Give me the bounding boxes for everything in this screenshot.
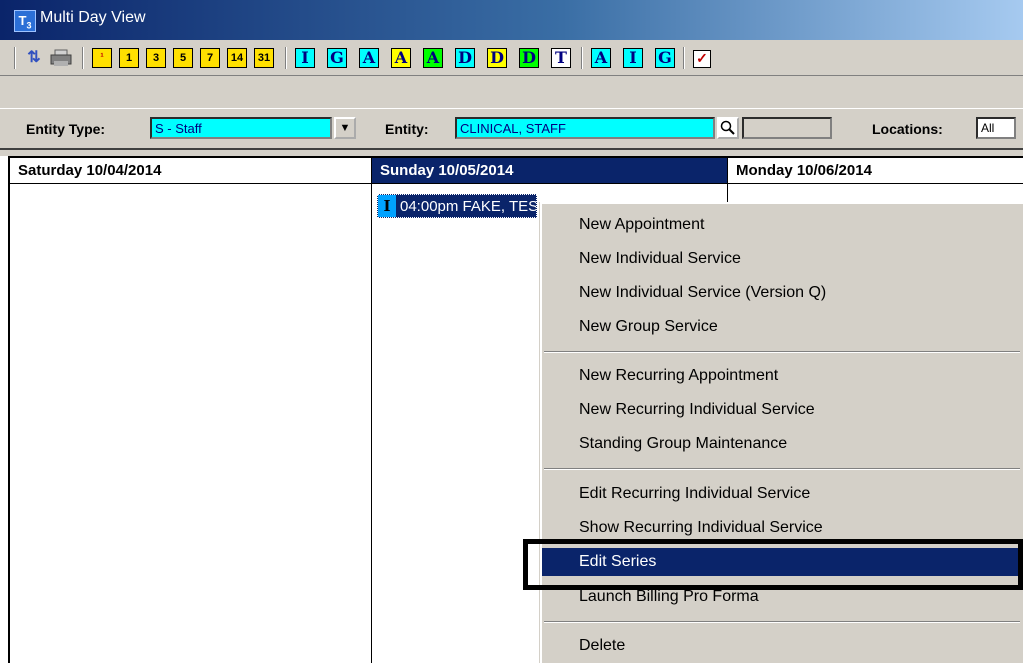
toolbar-gap <box>0 76 1023 108</box>
menu-separator <box>544 621 1020 623</box>
menu-item-new-group-service[interactable]: New Group Service <box>542 313 1023 341</box>
view-1-day-button[interactable]: 1 <box>119 48 139 68</box>
menu-item-delete[interactable]: Delete <box>542 632 1023 660</box>
filter-d-button[interactable]: D <box>455 48 475 68</box>
menu-item-standing-group-maintenance[interactable]: Standing Group Maintenance <box>542 430 1023 458</box>
filter-d-green-button[interactable]: D <box>519 48 539 68</box>
filter-g2-button[interactable]: G <box>655 48 675 68</box>
entity-label: Entity: <box>385 121 429 137</box>
filter-a-green-button[interactable]: A <box>423 48 443 68</box>
appointment-item[interactable]: I04:00pm FAKE, TEST ASSESSMENT <box>377 194 537 218</box>
menu-item-new-individual-service-version-q[interactable]: New Individual Service (Version Q) <box>542 279 1023 307</box>
appointment-text: 04:00pm FAKE, TEST ASSESSMENT <box>400 198 536 215</box>
printer-icon[interactable] <box>50 49 72 67</box>
filter-i2-button[interactable]: I <box>623 48 643 68</box>
menu-item-new-recurring-individual-service[interactable]: New Recurring Individual Service <box>542 396 1023 424</box>
menu-item-launch-billing-pro-forma[interactable]: Launch Billing Pro Forma <box>542 583 1023 611</box>
menu-item-edit-recurring-individual-service[interactable]: Edit Recurring Individual Service <box>542 480 1023 508</box>
view-14-day-button[interactable]: 14 <box>227 48 247 68</box>
view-5-day-button[interactable]: 5 <box>173 48 193 68</box>
toolbar-separator <box>285 47 287 69</box>
menu-item-new-appointment[interactable]: New Appointment <box>542 211 1023 239</box>
filter-g-button[interactable]: G <box>327 48 347 68</box>
context-menu: New Appointment New Individual Service N… <box>540 202 1023 663</box>
filter-i-button[interactable]: I <box>295 48 315 68</box>
toolbar-separator <box>581 47 583 69</box>
chevron-down-icon[interactable]: ▼ <box>334 117 356 139</box>
day-header: Saturday 10/04/2014 <box>10 158 371 184</box>
view-31-day-button[interactable]: 31 <box>254 48 274 68</box>
view-3-day-button[interactable]: 3 <box>146 48 166 68</box>
filter-a-button[interactable]: A <box>359 48 379 68</box>
day-view-button[interactable]: ¹ <box>92 48 112 68</box>
toolbar-separator <box>683 47 685 69</box>
entity-type-label: Entity Type: <box>26 121 106 137</box>
search-icon[interactable] <box>717 117 739 139</box>
window-title: Multi Day View <box>40 9 146 26</box>
menu-item-new-individual-service[interactable]: New Individual Service <box>542 245 1023 273</box>
locations-field[interactable]: All <box>976 117 1016 139</box>
toolbar: ⇅ ¹ 1 3 5 7 14 31 I G A A A D D D T A I … <box>0 40 1023 76</box>
filter-a2-button[interactable]: A <box>591 48 611 68</box>
menu-item-show-recurring-individual-service[interactable]: Show Recurring Individual Service <box>542 514 1023 542</box>
title-bar: T3 Multi Day View <box>0 0 1023 40</box>
checkbox-icon[interactable]: ✓ <box>693 50 711 68</box>
locations-label: Locations: <box>872 121 943 137</box>
entity-type-select[interactable]: S - Staff <box>150 117 332 139</box>
view-7-day-button[interactable]: 7 <box>200 48 220 68</box>
day-header: Sunday 10/05/2014 <box>372 158 727 184</box>
menu-item-edit-series[interactable]: Edit Series <box>542 548 1023 576</box>
filter-bar: Entity Type: S - Staff ▼ Entity: CLINICA… <box>0 108 1023 150</box>
refresh-icon[interactable]: ⇅ <box>24 49 44 69</box>
entity-field[interactable]: CLINICAL, STAFF <box>455 117 715 139</box>
entity-code-field[interactable] <box>742 117 832 139</box>
day-header: Monday 10/06/2014 <box>728 158 1023 184</box>
filter-a-yellow-button[interactable]: A <box>391 48 411 68</box>
individual-service-icon: I <box>378 195 396 217</box>
day-column-saturday[interactable]: Saturday 10/04/2014 <box>10 158 372 663</box>
app-icon: T3 <box>14 10 36 32</box>
menu-separator <box>544 468 1020 470</box>
toolbar-separator <box>82 47 84 69</box>
filter-t-button[interactable]: T <box>551 48 571 68</box>
filter-d-yellow-button[interactable]: D <box>487 48 507 68</box>
menu-separator <box>544 351 1020 353</box>
toolbar-separator <box>14 47 16 69</box>
menu-item-new-recurring-appointment[interactable]: New Recurring Appointment <box>542 362 1023 390</box>
